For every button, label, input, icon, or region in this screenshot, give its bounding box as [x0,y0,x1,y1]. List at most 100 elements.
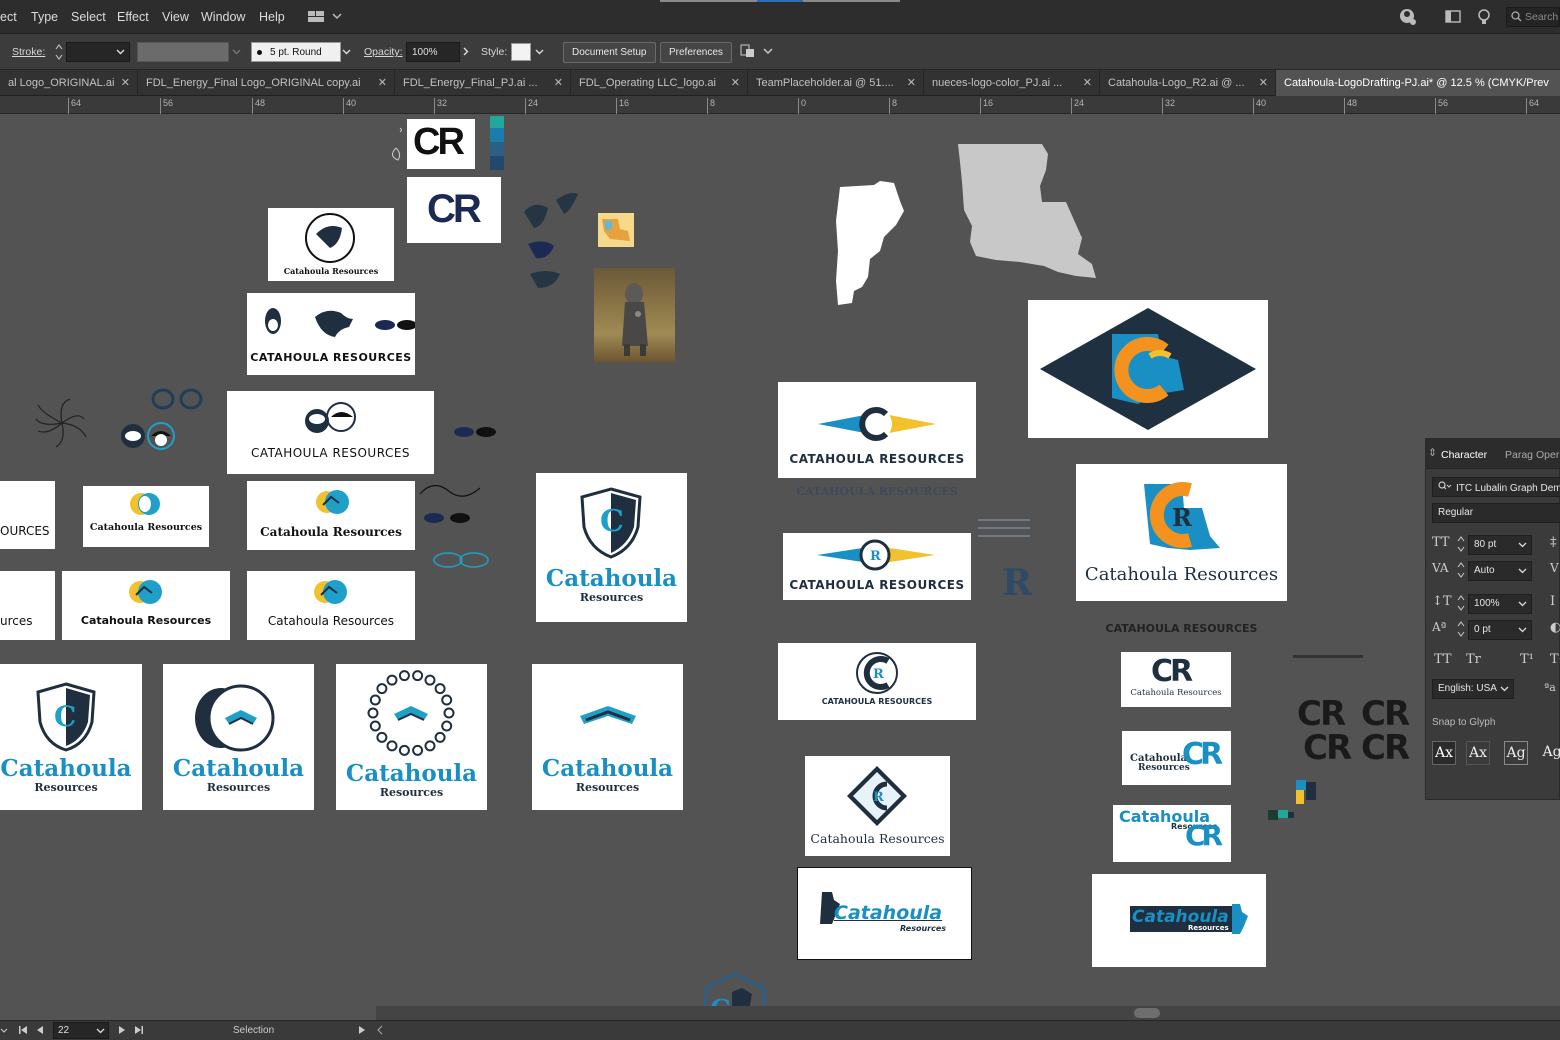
document-tab[interactable]: nueces-logo-color_PJ.ai ... ✕ [924,70,1100,96]
artboard-circle-logo-c[interactable]: Catahoula Resources [62,571,230,640]
artboard-stacked-cr-logo[interactable]: Catahoula Resources CR [1122,731,1231,785]
kerning-field[interactable]: Auto [1468,561,1532,581]
artboard-partial-left-1[interactable]: OURCES [0,481,55,549]
tab-paragraph[interactable]: Parag [1505,449,1533,461]
artboard-linked-circles-logo[interactable]: CATAHOULA RESOURCES [227,391,434,474]
artboard-circle-crest-logo[interactable]: Catahoula Resources [163,664,314,810]
close-icon[interactable]: ✕ [731,76,740,89]
baseline-shift-field[interactable]: 0 pt [1468,620,1532,640]
catahoula-dog-photo[interactable] [594,268,675,362]
chevron-down-icon[interactable] [535,47,544,59]
chevron-down-icon[interactable] [0,1026,8,1039]
stepper-icon[interactable] [1457,561,1465,582]
artboard-circle-logo-d[interactable]: Catahoula Resources [247,571,415,640]
document-tab[interactable]: FDL_Energy_Final Logo_ORIGINAL copy.ai ✕ [138,70,395,96]
menu-view[interactable]: View [162,10,189,24]
artboard-number-field[interactable]: 22 [53,1022,109,1039]
chevron-down-icon[interactable] [232,47,241,59]
artboard-banner-logo[interactable]: Catahoula Resources [1092,874,1266,967]
artboard-compass-logo-2[interactable]: R CATAHOULA RESOURCES [783,533,971,600]
close-icon[interactable]: ✕ [554,76,563,89]
font-family-field[interactable]: ITC Lubalin Graph Dem [1432,477,1560,497]
document-tab[interactable]: TeamPlaceholder.ai @ 51.... ✕ [748,70,924,96]
document-tab[interactable]: Catahoula-Logo_R2.ai @ ... ✕ [1100,70,1276,96]
opacity-label[interactable]: Opacity: [364,46,403,58]
small-caps-button[interactable]: Tr [1466,652,1481,667]
louisiana-map-thumbnail[interactable] [598,213,634,247]
graphic-style-swatch[interactable] [511,43,531,61]
artboard-diamond-c-logo[interactable] [1028,300,1268,438]
snap-glyph-bounds-button[interactable]: Ag [1504,741,1528,765]
close-icon[interactable]: ✕ [378,76,387,89]
tab-opentype[interactable]: Oper [1536,449,1559,461]
document-tab[interactable]: al Logo_ORIGINAL.ai ✕ [0,70,138,96]
menu-window[interactable]: Window [201,10,245,24]
user-icon[interactable] [1398,8,1418,26]
dog-head-sketches[interactable] [520,190,584,300]
next-artboard-icon[interactable] [118,1025,126,1038]
artboard-stacked-cr-logo-2[interactable]: Catahoula Resources CR [1113,805,1231,862]
artboard-shield-logo-2[interactable]: C Catahoula Resources [0,664,142,810]
chevron-down-icon[interactable] [342,47,351,59]
first-artboard-icon[interactable] [18,1025,28,1038]
arrange-documents-icon[interactable] [1445,10,1461,24]
previous-artboard-icon[interactable] [36,1025,44,1038]
artboard-chevron-logo[interactable]: Catahoula Resources [532,664,683,810]
close-icon[interactable]: ✕ [121,76,130,89]
artboard-bead-ring-logo[interactable]: Catahoula Resources [336,664,487,810]
preferences-button[interactable]: Preferences [660,42,732,63]
document-tab[interactable]: FDL_Energy_Final_PJ.ai ... ✕ [395,70,571,96]
artboard-catahoula-script-logo[interactable]: Catahoula Resources [797,867,972,960]
artboard-diamond-cr-logo[interactable]: R Catahoula Resources [805,756,950,856]
artboard-cr-small-caption[interactable]: CR Catahoula Resources [1121,652,1231,707]
snap-proximity-button[interactable]: Ag [1540,741,1560,765]
chevron-right-icon[interactable] [461,47,470,59]
snap-xheight-button[interactable]: Ax [1466,741,1490,765]
brush-definition-field[interactable]: 5 pt. Round [251,42,341,62]
status-menu-icon[interactable] [358,1025,366,1038]
close-icon[interactable]: ✕ [1083,76,1092,89]
stepper-icon[interactable] [1457,594,1465,615]
close-icon[interactable]: ✕ [907,76,916,89]
stepper-icon[interactable] [1457,620,1465,641]
snap-baseline-button[interactable]: Ax [1432,741,1456,765]
document-tab-active[interactable]: Catahoula-LogoDrafting-PJ.ai* @ 12.5 % (… [1276,70,1560,96]
stroke-label[interactable]: Stroke: [12,46,45,58]
stroke-weight-field[interactable] [66,42,130,62]
panel-collapse-icon[interactable]: ⇕ [1428,447,1437,459]
all-caps-button[interactable]: TT [1434,652,1452,667]
artboard-circle-logo-b[interactable]: Catahoula Resources [247,481,415,550]
artboard-circle-logo-a[interactable]: Catahoula Resources [83,486,209,547]
artboard-round-dog-logo[interactable]: Catahoula Resources [268,208,394,281]
arrange-icon[interactable] [740,42,774,60]
workspace-switcher-icon[interactable] [308,10,342,24]
artboard-cr-circle-logo[interactable]: R CATAHOULA RESOURCES [778,643,976,720]
menu-type[interactable]: Type [31,10,58,24]
menu-help[interactable]: Help [259,10,285,24]
close-icon[interactable]: ✕ [1259,76,1268,89]
font-size-field[interactable]: 80 pt [1468,535,1532,555]
language-select[interactable]: English: USA [1432,679,1514,699]
font-style-field[interactable]: Regular [1432,503,1560,523]
artboard-partial-left-2[interactable]: urces [0,571,55,640]
horizontal-scrollbar[interactable] [376,1006,1560,1020]
scrollbar-thumb[interactable] [1134,1008,1160,1018]
artboard-dog-heads-logo[interactable]: CATAHOULA RESOURCES [247,293,415,375]
canvas-area[interactable]: CR CR Catahoula Resources CATAHOULA RESO… [0,114,1560,1020]
subscript-button[interactable]: T₁ [1550,652,1560,667]
document-setup-button[interactable]: Document Setup [563,42,656,63]
opacity-field[interactable]: 100% [406,42,460,62]
artboard-cr-louisiana-logo[interactable]: R Catahoula Resources [1076,464,1287,601]
stepper-icon[interactable] [1457,535,1465,556]
variable-width-profile[interactable] [137,42,229,62]
menu-select-partial[interactable]: ect [0,10,17,24]
vertical-scale-field[interactable]: 100% [1468,594,1532,614]
scroll-left-icon[interactable] [376,1025,384,1038]
artboard-shield-logo[interactable]: C Catahoula Resources [536,473,687,622]
artboard-cr-small[interactable]: CR [407,119,475,169]
superscript-button[interactable]: T¹ [1520,652,1534,667]
artboard-cr-navy[interactable]: CR [407,177,501,243]
artboard-compass-logo[interactable]: CATAHOULA RESOURCES [778,382,976,478]
search-field[interactable]: Search [1506,7,1560,27]
color-swatch-strip[interactable] [490,116,504,172]
